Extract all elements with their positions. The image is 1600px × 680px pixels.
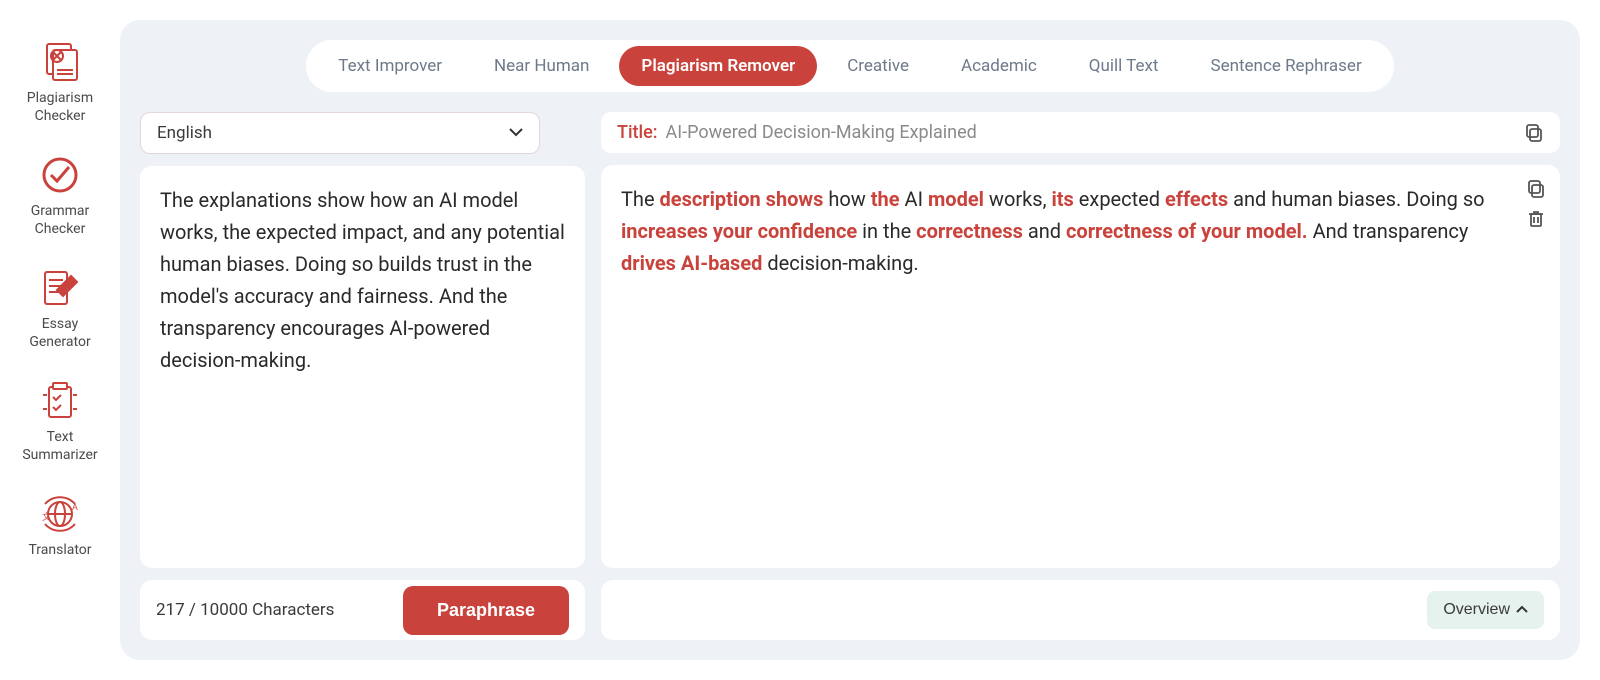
language-selected: English — [157, 123, 212, 143]
sidebar-item-label: Essay Generator — [10, 316, 110, 351]
tabs-bar: Text ImproverNear HumanPlagiarism Remove… — [306, 40, 1393, 92]
essay-generator-icon — [36, 266, 84, 310]
tab-text-improver[interactable]: Text Improver — [316, 46, 464, 86]
tab-creative[interactable]: Creative — [825, 46, 931, 86]
sidebar-item-plagiarism-checker[interactable]: Plagiarism Checker — [10, 40, 110, 125]
right-footer: Overview — [601, 580, 1560, 640]
tab-near-human[interactable]: Near Human — [472, 46, 611, 86]
sidebar-item-label: Plagiarism Checker — [10, 90, 110, 125]
svg-text:A: A — [72, 503, 78, 513]
chevron-up-icon — [1516, 601, 1528, 619]
tab-academic[interactable]: Academic — [939, 46, 1059, 86]
output-text: The description shows how the AI model w… — [621, 187, 1485, 275]
input-text: The explanations show how an AI model wo… — [160, 188, 565, 372]
paraphrase-button[interactable]: Paraphrase — [403, 586, 569, 635]
sidebar: Plagiarism Checker Grammar Checker Essay… — [0, 0, 120, 680]
tab-sentence-rephraser[interactable]: Sentence Rephraser — [1188, 46, 1383, 86]
overview-button[interactable]: Overview — [1427, 591, 1544, 629]
tab-quill-text[interactable]: Quill Text — [1067, 46, 1181, 86]
title-text: AI-Powered Decision-Making Explained — [666, 122, 977, 143]
left-pane: English The explanations show how an AI … — [140, 112, 585, 640]
sidebar-item-label: Translator — [28, 542, 91, 560]
main-panel: Text ImproverNear HumanPlagiarism Remove… — [120, 20, 1580, 660]
text-summarizer-icon — [36, 379, 84, 423]
left-footer: 217 / 10000 Characters Paraphrase — [140, 580, 585, 640]
translator-icon: 文A — [36, 492, 84, 536]
output-action-icons — [1526, 179, 1546, 229]
sidebar-item-label: Grammar Checker — [10, 203, 110, 238]
panes: English The explanations show how an AI … — [140, 112, 1560, 640]
grammar-checker-icon — [36, 153, 84, 197]
title-label: Title: — [617, 122, 658, 143]
right-pane: Title: AI-Powered Decision-Making Explai… — [601, 112, 1560, 640]
sidebar-item-grammar-checker[interactable]: Grammar Checker — [10, 153, 110, 238]
character-count: 217 / 10000 Characters — [156, 600, 334, 620]
sidebar-item-translator[interactable]: 文A Translator — [10, 492, 110, 560]
chevron-down-icon — [509, 125, 523, 141]
language-selector[interactable]: English — [140, 112, 540, 154]
sidebar-item-label: Text Summarizer — [10, 429, 110, 464]
overview-label: Overview — [1443, 601, 1510, 619]
title-bar: Title: AI-Powered Decision-Making Explai… — [601, 112, 1560, 153]
sidebar-item-text-summarizer[interactable]: Text Summarizer — [10, 379, 110, 464]
copy-output-icon[interactable] — [1526, 179, 1546, 199]
input-text-area[interactable]: The explanations show how an AI model wo… — [140, 166, 585, 568]
tab-plagiarism-remover[interactable]: Plagiarism Remover — [619, 46, 817, 86]
delete-output-icon[interactable] — [1526, 209, 1546, 229]
svg-text:文: 文 — [42, 511, 51, 523]
tabs-container: Text ImproverNear HumanPlagiarism Remove… — [140, 40, 1560, 92]
output-text-area[interactable]: The description shows how the AI model w… — [601, 165, 1560, 568]
plagiarism-checker-icon — [36, 40, 84, 84]
sidebar-item-essay-generator[interactable]: Essay Generator — [10, 266, 110, 351]
copy-title-icon[interactable] — [1524, 123, 1544, 143]
